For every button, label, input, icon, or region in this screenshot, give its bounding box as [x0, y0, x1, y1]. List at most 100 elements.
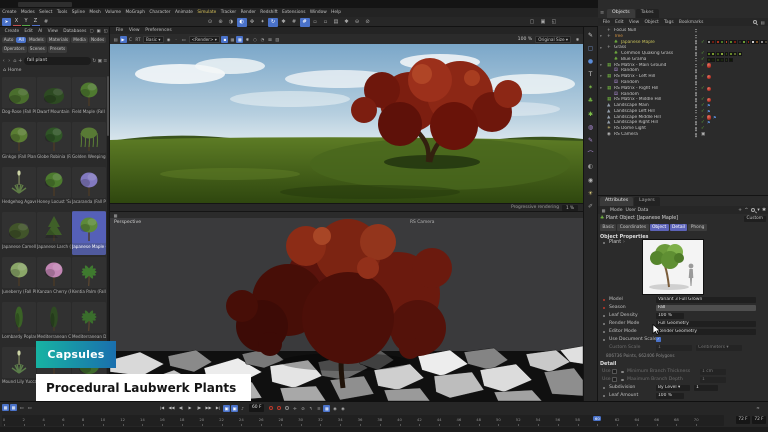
ruler-tick[interactable]: 42	[417, 417, 422, 422]
ruler-tick[interactable]: 0	[3, 417, 5, 422]
visibility-dots[interactable]	[695, 121, 697, 123]
visibility-dots[interactable]	[695, 58, 697, 60]
asset-plant-japanese-larch-fall-pl[interactable]: Japanese Larch (Fall, Pl...	[37, 211, 71, 255]
asset-tab-operators[interactable]: Operators	[2, 46, 27, 53]
ruler-tick[interactable]: 48	[476, 417, 481, 422]
axis-lock-y[interactable]: Y	[22, 18, 30, 26]
viewport-label[interactable]: Perspective	[114, 220, 141, 225]
material-swatch[interactable]	[729, 52, 733, 56]
menu-extensions[interactable]: Extensions	[280, 8, 308, 17]
navigate-icon[interactable]: ⊙	[205, 18, 215, 27]
om-menu-tags[interactable]: Tags	[661, 20, 676, 25]
next-key-button[interactable]: ▶▶	[204, 404, 213, 412]
visibility-dots[interactable]	[695, 35, 697, 37]
anim-dot[interactable]	[621, 371, 624, 374]
asset-plant-honey-locust-sunbur[interactable]: Honey Locust 'Sunbur...	[37, 166, 71, 210]
marker-mode-icon[interactable]: ▦	[2, 404, 9, 411]
attr-tab-phong[interactable]: Phong	[688, 224, 706, 231]
ruler-tick[interactable]: 12	[120, 417, 125, 422]
text-tool-icon[interactable]: T	[585, 70, 597, 80]
object-row-rs-camera-18[interactable]: ◉RS Camera▣	[599, 132, 767, 138]
input-leaf-density[interactable]: 100 %	[656, 313, 684, 319]
record-position-icon[interactable]: ✛	[291, 405, 298, 412]
input-leaf-amount[interactable]: 100 %	[656, 393, 684, 399]
dropdown-icon[interactable]: ▾	[757, 208, 759, 213]
ruler-tick[interactable]: 68	[674, 417, 679, 422]
search-icon[interactable]	[751, 208, 755, 212]
checkbox-min-branch[interactable]	[612, 369, 617, 374]
mode-menu[interactable]: Mode	[610, 208, 623, 213]
ruler-tick[interactable]: 58	[575, 417, 580, 422]
material-swatch[interactable]	[725, 58, 729, 62]
ruler-tick[interactable]: 44	[437, 417, 442, 422]
motion-mode-icon[interactable]: ▭	[18, 404, 25, 411]
ruler-tick[interactable]: 4	[42, 417, 44, 422]
menu-mograph[interactable]: MoGraph	[123, 8, 147, 17]
material-swatch[interactable]	[747, 40, 751, 44]
key-selection-button[interactable]	[285, 406, 290, 411]
quantize-y-icon[interactable]: ▫	[321, 18, 331, 27]
asset-plant-dwarf-mountain-pine[interactable]: Dwarf Mountain Pine (...	[37, 76, 71, 120]
view-dropdown[interactable]: <Render> ▾	[189, 36, 220, 43]
ruler-tick[interactable]: 38	[377, 417, 382, 422]
refresh-icon[interactable]: ↻	[268, 18, 278, 27]
user-data-menu[interactable]: User Data	[626, 208, 649, 213]
solo-a-icon[interactable]: ◉	[331, 405, 338, 412]
om-menu-object[interactable]: Object	[642, 20, 662, 25]
camera-icon[interactable]: ◉	[585, 175, 597, 185]
ruler-tick[interactable]: 26	[259, 417, 264, 422]
visibility-dots[interactable]	[695, 75, 697, 77]
ruler-tick[interactable]: 18	[180, 417, 185, 422]
range-mode-icon[interactable]: ▭	[26, 404, 33, 411]
material-swatch[interactable]	[707, 52, 711, 56]
visibility-dots[interactable]	[695, 98, 697, 100]
viewport-menu-icon[interactable]: ▦	[112, 212, 119, 219]
visibility-dots[interactable]	[695, 46, 697, 48]
lock-icon[interactable]: ▪	[221, 36, 228, 43]
rt-toggle[interactable]: RT	[135, 36, 142, 43]
material-swatch[interactable]	[711, 52, 715, 56]
material-swatch[interactable]	[760, 40, 764, 44]
asset-plant-field-maple-fall-plant[interactable]: Field Maple (Fall Plant)	[72, 76, 106, 120]
asset-plant-lombardy-poplar-fall[interactable]: Lombardy Poplar (Fall...	[2, 301, 36, 345]
menu-create[interactable]: Create	[0, 8, 19, 17]
material-swatch[interactable]	[716, 40, 720, 44]
attr-tab-basic[interactable]: Basic	[600, 224, 616, 231]
exposure-icon[interactable]: ◔	[259, 36, 266, 43]
solo-b-icon[interactable]: ◉	[339, 405, 346, 412]
autokey-button[interactable]	[277, 406, 282, 411]
breadcrumb[interactable]: ⌂Home	[3, 68, 22, 73]
tab-attributes[interactable]: Attributes	[600, 197, 633, 206]
ruler-tick[interactable]: 70	[694, 417, 699, 422]
clip-warning-icon[interactable]: ⊠	[266, 36, 273, 43]
add-icon[interactable]: +	[738, 208, 742, 213]
asset-menu-ai[interactable]: AI	[35, 29, 45, 34]
deformer-icon[interactable]: ⌒	[585, 149, 597, 159]
material-swatch[interactable]	[755, 40, 759, 44]
asset-menu-edit[interactable]: Edit	[22, 29, 36, 34]
menu-mesh[interactable]: Mesh	[87, 8, 103, 17]
visibility-dots[interactable]	[695, 87, 697, 89]
vegetation-icon[interactable]: ♣	[585, 96, 597, 106]
render-menu-view[interactable]: View	[126, 28, 142, 33]
asset-plant-ginkgo-fall-plant[interactable]: Ginkgo (Fall Plant)	[2, 121, 36, 165]
ruler-tick[interactable]: 8	[82, 417, 84, 422]
quantize-x-icon[interactable]: ▫	[310, 18, 320, 27]
attr-tab-object[interactable]: Object	[650, 224, 669, 231]
asset-tab-media[interactable]: Media	[71, 37, 88, 44]
prev-frame-button[interactable]: ◀|	[177, 404, 185, 412]
keyframe-dot[interactable]	[603, 307, 606, 310]
visibility-dots[interactable]	[695, 64, 697, 66]
workplane-gear-icon[interactable]: ✱	[342, 18, 352, 27]
sound-icon[interactable]: ♪	[239, 405, 246, 412]
record-rotation-icon[interactable]: ↰	[307, 405, 314, 412]
search-icon[interactable]	[753, 20, 757, 24]
ruler-tick[interactable]: 66	[654, 417, 659, 422]
visibility-dots[interactable]	[695, 52, 697, 54]
menu-modes[interactable]: Modes	[19, 8, 37, 17]
end-frame-field[interactable]: 72 F	[736, 416, 750, 424]
current-frame-field[interactable]: 60 F	[249, 404, 265, 412]
quality-dropdown[interactable]: Basic ▾	[143, 36, 164, 43]
ipr-play-icon[interactable]: ▶	[120, 36, 127, 43]
asset-plant-kentia-palm-fall-plant[interactable]: Kentia Palm (Fall Plant)	[72, 256, 106, 300]
